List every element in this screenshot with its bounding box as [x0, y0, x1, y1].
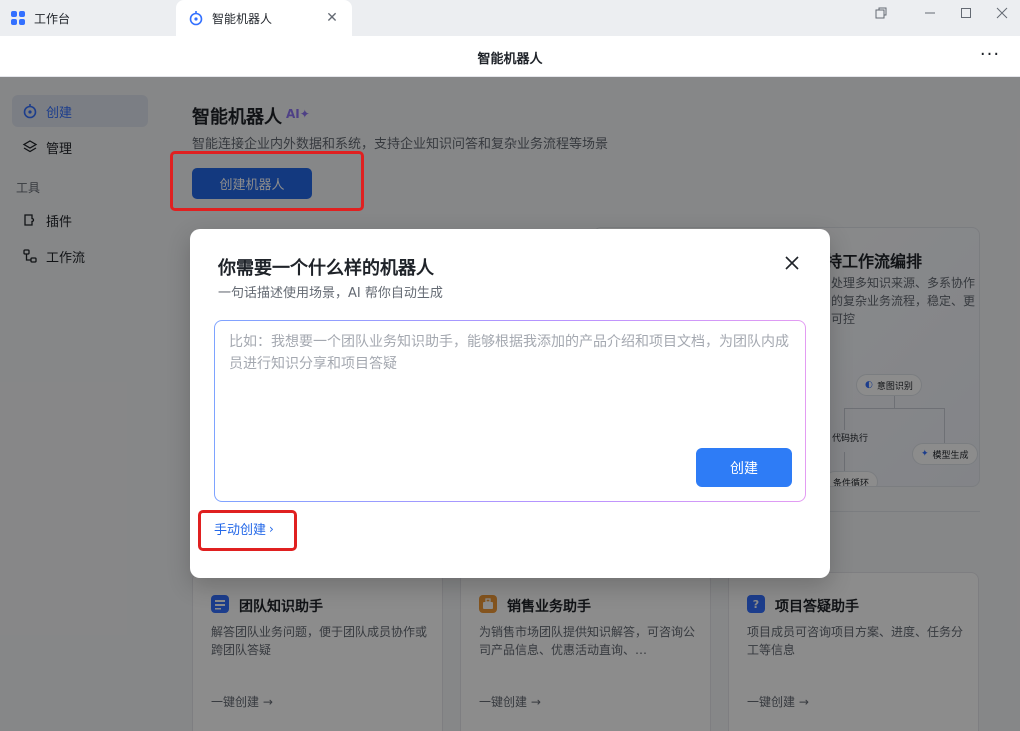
- tab-workbench[interactable]: 工作台: [0, 0, 172, 36]
- manual-create-label: 手动创建: [214, 523, 267, 538]
- robot-icon: [189, 11, 203, 26]
- create-button[interactable]: 创建: [696, 448, 792, 487]
- app-grid-icon: [11, 11, 25, 25]
- title-bar: 智能机器人 ···: [0, 36, 1020, 77]
- prompt-box: 创建: [214, 320, 806, 502]
- dialog-subtitle: 一句话描述使用场景，AI 帮你自动生成: [218, 286, 443, 301]
- prompt-box-inner: 创建: [215, 321, 805, 501]
- restore-window-icon[interactable]: [867, 4, 895, 22]
- tab-label: 智能机器人: [212, 11, 273, 26]
- maximize-icon[interactable]: [952, 4, 980, 22]
- manual-create-link[interactable]: 手动创建 ›: [214, 519, 274, 539]
- more-icon[interactable]: ···: [978, 44, 1002, 68]
- tab-bar: 工作台 智能机器人 ✕: [0, 0, 1020, 36]
- close-icon[interactable]: ✕: [324, 10, 340, 26]
- create-robot-dialog: 你需要一个什么样的机器人 一句话描述使用场景，AI 帮你自动生成 创建 手动创建…: [190, 229, 830, 578]
- window-title: 智能机器人: [477, 52, 543, 67]
- dialog-title: 你需要一个什么样的机器人: [218, 258, 434, 279]
- close-icon[interactable]: [780, 251, 804, 275]
- minimize-icon[interactable]: [916, 4, 944, 22]
- description-input[interactable]: [229, 331, 791, 441]
- close-window-icon[interactable]: [988, 4, 1016, 22]
- tab-robot[interactable]: 智能机器人 ✕: [176, 0, 352, 36]
- chevron-right-icon: ›: [269, 521, 274, 536]
- tab-label: 工作台: [34, 11, 71, 26]
